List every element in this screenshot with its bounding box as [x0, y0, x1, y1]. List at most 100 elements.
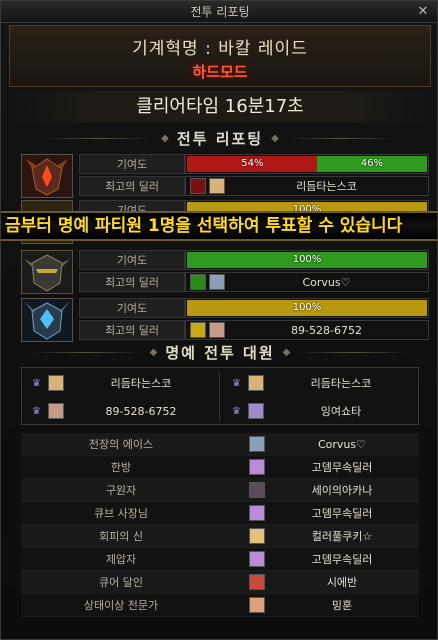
award-player: Corvus♡	[317, 437, 366, 451]
award-title: 상태이상 전문가	[83, 599, 159, 612]
award-player: 밍훈	[331, 599, 353, 612]
best-dealer-label: 최고의 딜러	[79, 272, 185, 292]
character-portrait-icon	[209, 178, 225, 194]
divider	[219, 372, 220, 422]
green-skill-icon	[190, 274, 206, 290]
vote-notice-banner: 금부터 명예 파티원 1명을 선택하여 투표할 수 있습니다	[1, 211, 437, 241]
contribution-value: 100%	[292, 254, 322, 265]
award-title: 구원자	[105, 484, 137, 497]
character-portrait-icon	[249, 528, 265, 544]
character-portrait-icon	[249, 459, 265, 475]
award-player: 고뎀무속딜러	[311, 461, 373, 474]
award-row: 전장의 에이스 Corvus♡	[21, 433, 419, 456]
contribution-bar: 100%	[185, 298, 429, 318]
member-name: 리듬타는스코	[110, 377, 172, 390]
award-title: 전장의 에이스	[88, 438, 154, 451]
award-title: 한방	[110, 461, 132, 474]
player-row[interactable]: 기여도 100% 최고의 딜러 89-528-6752	[19, 297, 429, 343]
character-portrait-icon	[48, 403, 64, 419]
diamond-icon: ◆	[161, 132, 169, 144]
blue-crystal-helmet-icon	[21, 298, 73, 342]
award-player: 세이의아카나	[311, 484, 373, 497]
crown-icon: ♛	[232, 405, 241, 417]
title-bar: 전투 리포팅 ✕	[1, 1, 437, 23]
contribution-label: 기여도	[79, 298, 185, 318]
honor-party-panel: ♛ 리듬타는스코 ♛ 리듬타는스코 ♛ 89-528-6752 ♛ 잉여쇼타	[21, 367, 419, 425]
award-player: 컬러풀쿠키☆	[311, 530, 373, 543]
divider	[31, 351, 142, 353]
member-name: 잉여쇼타	[320, 405, 362, 418]
section-title: 명예 전투 대원	[165, 343, 275, 362]
window-title: 전투 리포팅	[190, 5, 250, 19]
contribution-label: 기여도	[79, 154, 185, 174]
raid-name: 기계혁명 : 바칼 레이드	[132, 39, 308, 59]
battle-report-window: 전투 리포팅 ✕ 기계혁명 : 바칼 레이드 하드모드 클리어타임 16분17초…	[0, 0, 438, 640]
character-portrait-icon	[248, 375, 264, 391]
red-slash-skill-icon	[190, 178, 206, 194]
honor-member[interactable]: ♛ 리듬타는스코	[22, 370, 218, 396]
section-title: 전투 리포팅	[176, 129, 264, 148]
award-title: 제압자	[105, 553, 137, 566]
awards-list: 전장의 에이스 Corvus♡ 한방 고뎀무속딜러 구원자 세이의아카나 큐브 …	[21, 433, 419, 617]
character-portrait-icon	[48, 375, 64, 391]
contribution-value: 54%	[241, 158, 264, 169]
character-portrait-icon	[249, 551, 265, 567]
diamond-icon: ◆	[282, 346, 291, 358]
contribution-value: 100%	[292, 302, 322, 313]
award-title: 큐브 사장님	[93, 507, 149, 520]
best-dealer-label: 최고의 딜러	[79, 320, 185, 340]
contribution-label: 기여도	[79, 250, 185, 270]
character-portrait-icon	[248, 403, 264, 419]
contribution-value: 46%	[360, 158, 383, 169]
member-name: 89-528-6752	[105, 404, 177, 418]
best-dealer-field: 리듬타는스코	[185, 176, 429, 196]
character-portrait-icon	[249, 574, 265, 590]
raid-header: 기계혁명 : 바칼 레이드 하드모드	[9, 25, 431, 87]
award-row: 한방 고뎀무속딜러	[21, 456, 419, 479]
award-player: 시에반	[326, 576, 358, 589]
character-portrait-icon	[249, 597, 265, 613]
close-icon[interactable]: ✕	[415, 4, 431, 20]
award-row: 회피의 신 컬러풀쿠키☆	[21, 525, 419, 548]
award-row: 큐어 달인 시에반	[21, 571, 419, 594]
divider	[286, 137, 397, 139]
character-portrait-icon	[209, 322, 225, 338]
award-row: 구원자 세이의아카나	[21, 479, 419, 502]
character-portrait-icon	[249, 505, 265, 521]
best-dealer-field: Corvus♡	[185, 272, 429, 292]
diamond-icon: ◆	[271, 132, 279, 144]
character-portrait-icon	[249, 436, 265, 452]
character-portrait-icon	[249, 482, 265, 498]
member-name: 리듬타는스코	[310, 377, 372, 390]
award-player: 고뎀무속딜러	[311, 553, 373, 566]
best-dealer-label: 최고의 딜러	[79, 176, 185, 196]
character-portrait-icon	[209, 274, 225, 290]
divider	[43, 137, 154, 139]
award-player: 고뎀무속딜러	[311, 507, 373, 520]
honor-member[interactable]: ♛ 리듬타는스코	[222, 370, 418, 396]
dark-armor-helmet-icon	[21, 250, 73, 294]
award-title: 회피의 신	[99, 530, 143, 543]
red-horned-helmet-icon	[21, 154, 73, 198]
award-row: 제압자 고뎀무속딜러	[21, 548, 419, 571]
award-title: 큐어 달인	[99, 576, 143, 589]
award-row: 큐브 사장님 고뎀무속딜러	[21, 502, 419, 525]
award-row: 상태이상 전문가 밍훈	[21, 594, 419, 617]
clear-time: 클리어타임 16분17초	[9, 91, 431, 123]
diamond-icon: ◆	[149, 346, 158, 358]
honor-member[interactable]: ♛ 89-528-6752	[22, 398, 218, 424]
player-row[interactable]: 기여도 54% 46% 최고의 딜러 리듬타는스코	[19, 153, 429, 199]
crown-icon: ♛	[32, 405, 41, 417]
honor-member[interactable]: ♛ 잉여쇼타	[222, 398, 418, 424]
difficulty-mode: 하드모드	[192, 63, 248, 81]
section-battle-report: ◆ 전투 리포팅 ◆	[1, 127, 437, 149]
crown-icon: ♛	[232, 377, 241, 389]
player-row[interactable]: 기여도 100% 최고의 딜러 Corvus♡	[19, 249, 429, 295]
section-honor-party: ◆ 명예 전투 대원 ◆	[1, 341, 437, 363]
dealer-name: 리듬타는스코	[296, 180, 357, 193]
contribution-bar: 100%	[185, 250, 429, 270]
gold-blade-skill-icon	[190, 322, 206, 338]
crown-icon: ♛	[32, 377, 41, 389]
dealer-name: 89-528-6752	[291, 323, 362, 337]
best-dealer-field: 89-528-6752	[185, 320, 429, 340]
